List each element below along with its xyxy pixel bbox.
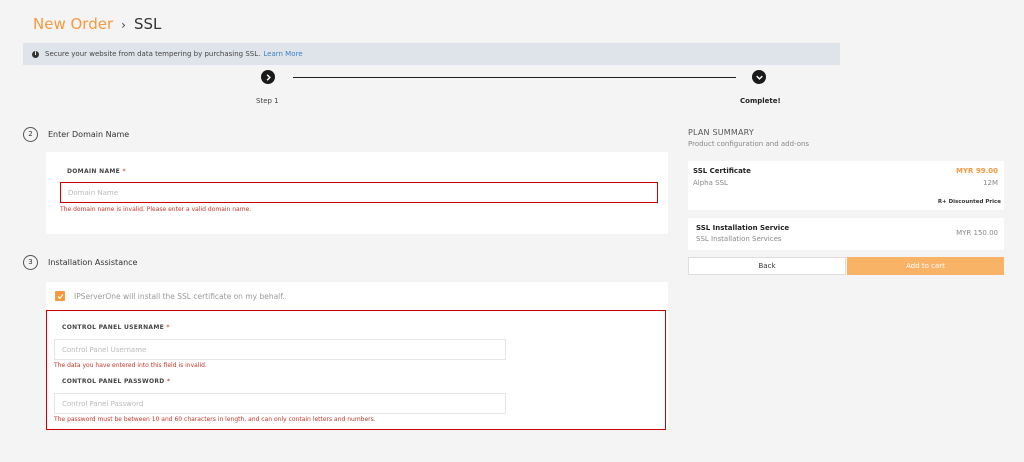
- section-title-installation: Installation Assistance: [48, 258, 138, 267]
- info-message: Secure your website from data tempering …: [45, 50, 261, 58]
- plan-item-installation-service: SSL Installation Service SSL Installatio…: [688, 218, 1004, 250]
- install-checkbox-label[interactable]: IPServerOne will install the SSL certifi…: [74, 292, 285, 301]
- step-complete-dot[interactable]: [752, 70, 766, 84]
- plan-summary-subtitle: Product configuration and add-ons: [688, 140, 810, 148]
- step-complete-label: Complete!: [740, 97, 781, 105]
- control-panel-password-input[interactable]: Control Panel Password: [54, 393, 506, 414]
- plan-item-price: MYR 99.00: [955, 167, 998, 175]
- learn-more-link[interactable]: Learn More: [263, 50, 302, 58]
- chevron-down-icon: [755, 75, 763, 80]
- plan-item-name: SSL Installation Service: [696, 224, 790, 232]
- stepper-line: [293, 77, 736, 78]
- plan-summary-title: PLAN SUMMARY: [688, 128, 755, 137]
- plan-item-sub: Alpha SSL: [693, 179, 728, 187]
- section-number-2: 2: [23, 127, 38, 142]
- info-icon: i: [32, 50, 39, 58]
- domain-error-message: The domain name is invalid. Please enter…: [60, 206, 252, 213]
- page-title: New Order › SSL: [33, 14, 161, 35]
- breadcrumb-new-order[interactable]: New Order: [33, 15, 113, 33]
- plan-item-price: MYR 150.00: [956, 229, 998, 237]
- plan-item-ssl-certificate: SSL Certificate Alpha SSL MYR 99.00 12M …: [688, 161, 1004, 210]
- chevron-right-icon: [266, 73, 271, 81]
- domain-name-input[interactable]: Domain Name: [60, 182, 658, 203]
- info-banner: i Secure your website from data temperin…: [23, 43, 840, 65]
- domain-name-label: DOMAIN NAME *: [67, 168, 126, 175]
- section-number-3: 3: [23, 255, 38, 270]
- add-to-cart-button[interactable]: Add to cart: [847, 257, 1004, 275]
- install-checkbox[interactable]: [55, 291, 65, 301]
- breadcrumb-separator: ›: [121, 18, 126, 32]
- plan-item-period: 12M: [983, 179, 998, 187]
- control-panel-username-input[interactable]: Control Panel Username: [54, 339, 506, 360]
- back-button[interactable]: Back: [688, 257, 846, 275]
- username-label: CONTROL PANEL USERNAME *: [62, 324, 170, 331]
- check-icon: [57, 293, 63, 299]
- password-error-message: The password must be between 10 and 60 c…: [54, 416, 376, 423]
- section-title-domain: Enter Domain Name: [48, 130, 130, 139]
- step-1-dot[interactable]: [261, 70, 275, 84]
- breadcrumb-ssl: SSL: [133, 15, 162, 33]
- discount-note: R+ Discounted Price: [937, 199, 1001, 205]
- step-1-label: Step 1: [256, 97, 279, 105]
- username-error-message: The data you have entered into this fiel…: [54, 362, 207, 369]
- password-label: CONTROL PANEL PASSWORD *: [62, 378, 171, 385]
- plan-item-sub: SSL Installation Services: [696, 235, 782, 243]
- plan-item-name: SSL Certificate: [693, 167, 751, 175]
